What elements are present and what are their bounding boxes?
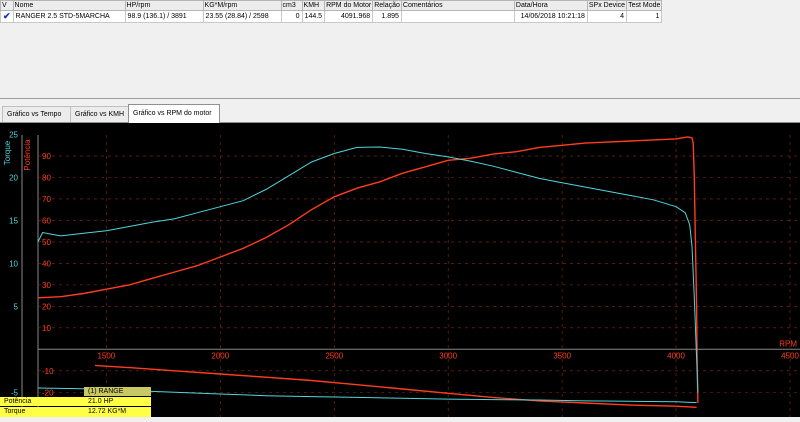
- cell-spx: 4: [586, 10, 628, 23]
- potencia-tick-label: 70: [42, 195, 51, 204]
- potencia-tick-label: 80: [42, 174, 51, 183]
- rpm-tick-label: 2000: [211, 351, 229, 360]
- col-header-hp[interactable]: HP/rpm: [124, 0, 204, 11]
- potencia-tick-label: 50: [42, 238, 51, 247]
- rpm-tick-label: 1500: [97, 351, 115, 360]
- torque-tick-label: 10: [9, 259, 18, 268]
- dyno-chart: -20 -10 10 20 30 40 50 60 70 80 90 -5 5 10 15 20 25 1500 2…: [0, 123, 800, 417]
- tab-grafico-kmh[interactable]: Gráfico vs KMH: [70, 106, 135, 122]
- potencia-tick-label: 10: [42, 324, 51, 333]
- legend-potencia-label-text: Potência: [4, 398, 32, 405]
- tab-grafico-rpm[interactable]: Gráfico vs RPM do motor: [128, 104, 220, 123]
- torque-tick-label: -5: [11, 388, 19, 397]
- legend-title: (1) RANGE: [84, 387, 151, 396]
- rpm-tick-label: 3000: [439, 351, 457, 360]
- col-header-data[interactable]: Data/Hora: [513, 0, 588, 11]
- series-line-0: [37, 136, 699, 404]
- potencia-tick-label: 20: [42, 302, 51, 311]
- runs-table: V Nome HP/rpm KG*M/rpm cm3 KMH RPM do Mo…: [0, 0, 663, 23]
- cell-kmh: 144.5: [301, 10, 326, 23]
- rpm-tick-label: 4000: [667, 351, 685, 360]
- legend-potencia-label: Potência: [0, 397, 84, 406]
- cell-cm3: 0: [280, 10, 303, 23]
- legend-torque-value: 12.72 KG*M: [84, 407, 151, 417]
- col-header-relacao[interactable]: Relação: [372, 0, 402, 11]
- torque-tick-label: 25: [9, 131, 18, 140]
- col-header-kmh[interactable]: KMH: [301, 0, 326, 11]
- tab-grafico-tempo[interactable]: Gráfico vs Tempo: [2, 106, 74, 122]
- torque-tick-label: 5: [14, 302, 19, 311]
- col-header-kgm[interactable]: KG*M/rpm: [202, 0, 282, 11]
- legend-torque-value-text: 12.72 KG*M: [88, 408, 127, 415]
- checkmark-icon[interactable]: ✔: [3, 12, 11, 22]
- cell-data: 14/06/2018 10:21:18: [513, 10, 588, 23]
- col-header-mode[interactable]: Test Mode: [626, 0, 663, 11]
- col-header-comentarios[interactable]: Comentários: [400, 0, 515, 11]
- cell-rpm: 4091.968: [324, 10, 374, 23]
- potencia-axis-label: Potência: [23, 139, 32, 171]
- rpm-tick-label: 2500: [325, 351, 343, 360]
- cell-relacao: 1.895: [372, 10, 402, 23]
- series-line-1: [37, 146, 699, 393]
- rpm-tick-label: 3500: [553, 351, 571, 360]
- table-row[interactable]: ✔ RANGER 2.5 STD-5MARCHA 98.9 (136.1) / …: [0, 10, 663, 23]
- potencia-tick-label: 90: [42, 152, 51, 161]
- legend-title-text: (1) RANGE: [88, 388, 124, 395]
- table-header-row: V Nome HP/rpm KG*M/rpm cm3 KMH RPM do Mo…: [0, 0, 663, 11]
- potencia-tick-label: 30: [42, 281, 51, 290]
- rpm-axis-label: RPM: [779, 339, 797, 348]
- legend-potencia-value: 21.0 HP: [84, 397, 151, 406]
- potencia-tick-label: 60: [42, 216, 51, 225]
- potencia-tick-label: -10: [42, 367, 54, 376]
- legend-torque-label-text: Torque: [4, 408, 26, 415]
- col-header-nome[interactable]: Nome: [12, 0, 126, 11]
- torque-tick-label: 20: [9, 174, 18, 183]
- chart-tabs: Gráfico vs Tempo Gráfico vs KMH Gráfico …: [0, 104, 800, 123]
- cell-comentarios: [400, 10, 515, 23]
- col-header-rpm[interactable]: RPM do Motor: [324, 0, 374, 11]
- col-header-spx[interactable]: SPx Device: [586, 0, 628, 11]
- legend-torque-label: Torque: [0, 407, 84, 417]
- rpm-tick-label: 4500: [781, 351, 799, 360]
- torque-axis-label: Torque: [3, 140, 12, 165]
- cell-nome: RANGER 2.5 STD-5MARCHA: [12, 10, 126, 23]
- runs-grid: V Nome HP/rpm KG*M/rpm cm3 KMH RPM do Mo…: [0, 0, 800, 99]
- cell-mode: 1: [626, 10, 663, 23]
- potencia-tick-label: 40: [42, 259, 51, 268]
- cell-kgm: 23.55 (28.84) / 2598: [202, 10, 282, 23]
- torque-tick-label: 15: [9, 216, 18, 225]
- col-header-v[interactable]: V: [0, 0, 14, 11]
- chart-canvas: -20 -10 10 20 30 40 50 60 70 80 90 -5 5 10 15 20 25 1500 2…: [3, 131, 800, 417]
- col-header-cm3[interactable]: cm3: [280, 0, 303, 11]
- visible-checkbox[interactable]: ✔: [0, 10, 14, 23]
- cell-hp: 98.9 (136.1) / 3891: [124, 10, 204, 23]
- potencia-tick-label: -20: [42, 388, 54, 397]
- legend-potencia-value-text: 21.0 HP: [88, 398, 114, 405]
